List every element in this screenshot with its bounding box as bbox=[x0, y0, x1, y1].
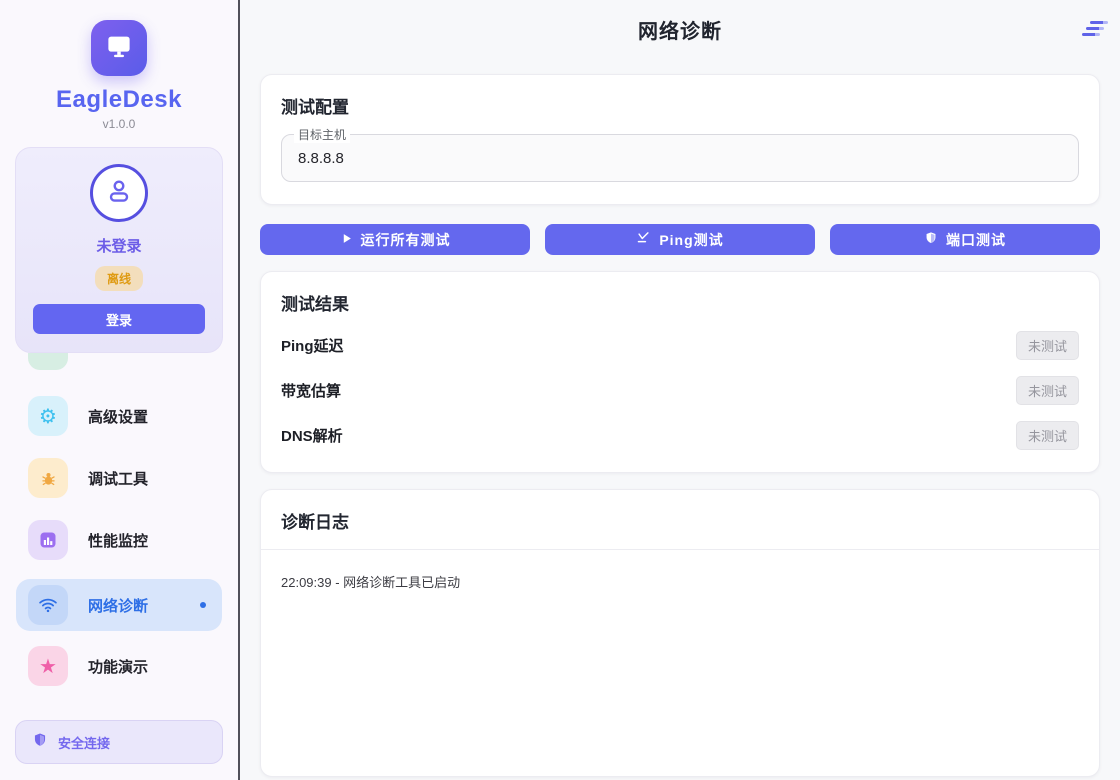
sidebar-menu: ⚙ 高级设置 调试工具 bbox=[0, 353, 238, 720]
sidebar-item-label: 性能监控 bbox=[88, 530, 148, 551]
main-content: 测试配置 目标主机 运行所有测试 bbox=[240, 58, 1120, 777]
bar-chart-icon bbox=[28, 520, 68, 560]
sidebar-item-feature-demo[interactable]: ★ 功能演示 bbox=[16, 643, 222, 689]
status-badge: 未测试 bbox=[1016, 331, 1079, 360]
run-all-tests-label: 运行所有测试 bbox=[361, 230, 451, 250]
login-status-text: 未登录 bbox=[96, 235, 141, 256]
gear-icon: ⚙ bbox=[28, 396, 68, 436]
shield-icon bbox=[924, 231, 938, 248]
secure-connection-status: 安全连接 bbox=[15, 720, 223, 764]
login-button[interactable]: 登录 bbox=[33, 304, 205, 334]
sidebar-item-network-diagnostics[interactable]: 网络诊断 bbox=[16, 579, 222, 631]
sidebar-item-clipped[interactable] bbox=[16, 353, 222, 373]
presence-badge: 离线 bbox=[95, 266, 143, 291]
app-logo bbox=[91, 20, 147, 76]
status-badge: 未测试 bbox=[1016, 421, 1079, 450]
person-icon bbox=[103, 175, 135, 212]
sidebar: EagleDesk v1.0.0 未登录 离线 登录 ⚙ 高级设置 bbox=[0, 0, 240, 780]
result-label: Ping延迟 bbox=[281, 335, 344, 356]
sidebar-item-label: 高级设置 bbox=[88, 406, 148, 427]
status-badge: 未测试 bbox=[1016, 376, 1079, 405]
teal-icon bbox=[28, 353, 68, 370]
user-card: 未登录 离线 登录 bbox=[15, 147, 223, 353]
sidebar-item-debug-tools[interactable]: 调试工具 bbox=[16, 455, 222, 501]
result-row-dns: DNS解析 未测试 bbox=[281, 421, 1079, 450]
shield-icon bbox=[32, 732, 48, 753]
result-label: DNS解析 bbox=[281, 425, 343, 446]
diagnostic-log-card: 诊断日志 22:09:39 - 网络诊断工具已启动 bbox=[260, 489, 1100, 777]
sidebar-item-label: 功能演示 bbox=[88, 656, 148, 677]
ping-test-button[interactable]: Ping测试 bbox=[545, 224, 815, 255]
result-row-ping: Ping延迟 未测试 bbox=[281, 331, 1079, 360]
diagnostic-log-body[interactable]: 22:09:39 - 网络诊断工具已启动 bbox=[261, 550, 1099, 776]
sidebar-item-label: 调试工具 bbox=[88, 468, 148, 489]
action-buttons-row: 运行所有测试 Ping测试 bbox=[260, 224, 1100, 255]
wifi-icon bbox=[28, 585, 68, 625]
secure-connection-label: 安全连接 bbox=[58, 733, 110, 752]
sidebar-item-label: 网络诊断 bbox=[88, 595, 148, 616]
test-results-title: 测试结果 bbox=[281, 290, 1079, 315]
target-host-input[interactable] bbox=[281, 134, 1079, 182]
diagnostic-log-header: 诊断日志 bbox=[261, 490, 1099, 550]
diagnostic-log-title: 诊断日志 bbox=[281, 508, 1079, 533]
avatar bbox=[90, 164, 148, 222]
bug-icon bbox=[28, 458, 68, 498]
ping-test-label: Ping测试 bbox=[659, 230, 723, 250]
port-test-button[interactable]: 端口测试 bbox=[830, 224, 1100, 255]
app-window: EagleDesk v1.0.0 未登录 离线 登录 ⚙ 高级设置 bbox=[0, 0, 1120, 780]
test-config-card: 测试配置 目标主机 bbox=[260, 74, 1100, 205]
active-indicator-dot bbox=[200, 602, 206, 608]
port-test-label: 端口测试 bbox=[946, 230, 1006, 250]
target-host-field: 目标主机 bbox=[281, 134, 1079, 182]
result-label: 带宽估算 bbox=[281, 380, 341, 401]
log-entry: 22:09:39 - 网络诊断工具已启动 bbox=[281, 572, 1079, 591]
test-results-card: 测试结果 Ping延迟 未测试 带宽估算 未测试 DNS解析 未测试 bbox=[260, 271, 1100, 473]
page-title: 网络诊断 bbox=[638, 15, 722, 44]
staggered-menu-icon[interactable] bbox=[1082, 21, 1108, 36]
result-row-bandwidth: 带宽估算 未测试 bbox=[281, 376, 1079, 405]
star-icon: ★ bbox=[28, 646, 68, 686]
monitor-icon bbox=[104, 31, 134, 66]
app-name: EagleDesk bbox=[56, 86, 182, 114]
main-header: 网络诊断 bbox=[240, 0, 1120, 58]
test-config-title: 测试配置 bbox=[281, 93, 1079, 118]
main-panel: 网络诊断 测试配置 目标主机 运行所有测试 bbox=[240, 0, 1120, 780]
run-all-tests-button[interactable]: 运行所有测试 bbox=[260, 224, 530, 255]
target-host-label: 目标主机 bbox=[294, 126, 350, 143]
sidebar-item-advanced-settings[interactable]: ⚙ 高级设置 bbox=[16, 393, 222, 439]
sidebar-item-performance-monitor[interactable]: 性能监控 bbox=[16, 517, 222, 563]
app-version: v1.0.0 bbox=[103, 117, 136, 131]
play-icon bbox=[340, 232, 353, 248]
network-check-icon bbox=[636, 231, 651, 249]
